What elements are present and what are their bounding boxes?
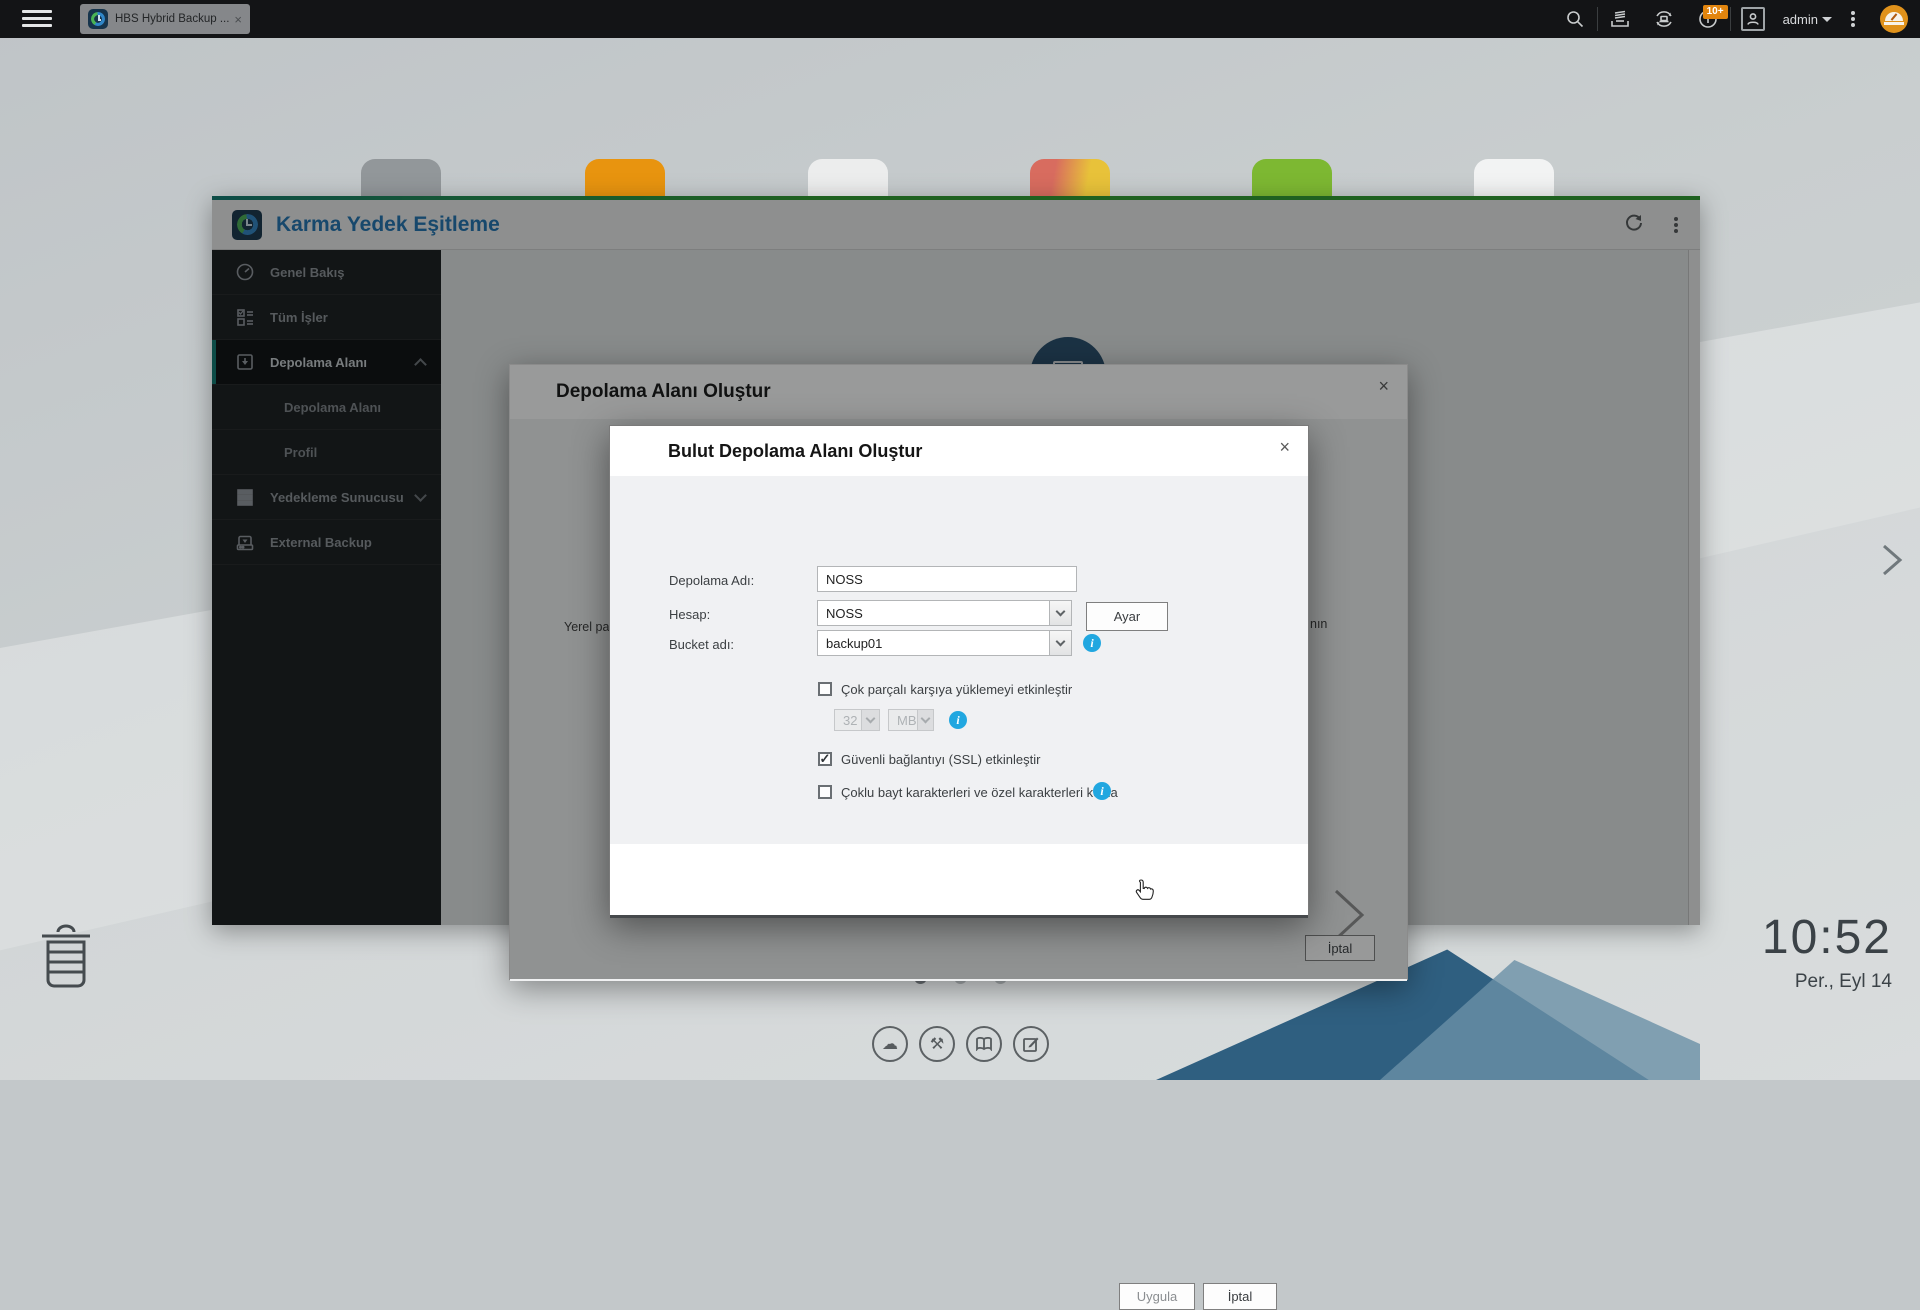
encode-label: Çoklu bayt karakterleri ve özel karakter… bbox=[841, 785, 1118, 800]
desktop-dock: ☁ ⚒ bbox=[872, 1026, 1049, 1062]
info-icon[interactable]: i bbox=[949, 711, 967, 729]
storage-name-label: Depolama Adı: bbox=[669, 573, 754, 588]
account-select[interactable]: NOSS bbox=[817, 600, 1072, 626]
dialog-create-cloud-storage: Bulut Depolama Alanı Oluştur × Depolama … bbox=[609, 425, 1309, 917]
encode-checkbox[interactable] bbox=[818, 785, 832, 799]
search-icon[interactable] bbox=[1553, 0, 1597, 38]
select-chevron-icon bbox=[1049, 601, 1071, 625]
cancel-button[interactable]: İptal bbox=[1203, 1283, 1277, 1310]
utilities-icon[interactable]: ⚒ bbox=[919, 1026, 955, 1062]
bucket-label: Bucket adı: bbox=[669, 637, 734, 652]
info-icon[interactable]: i bbox=[1093, 782, 1111, 800]
dialog-footer: Uygula İptal bbox=[610, 844, 1308, 915]
account-label: Hesap: bbox=[669, 607, 710, 622]
user-name-label[interactable]: admin bbox=[1783, 12, 1818, 27]
multipart-label: Çok parçalı karşıya yüklemeyi etkinleşti… bbox=[841, 682, 1072, 697]
feedback-icon[interactable] bbox=[1013, 1026, 1049, 1062]
more-options-icon[interactable] bbox=[1838, 0, 1868, 38]
recycle-bin-icon[interactable] bbox=[38, 924, 94, 995]
chevron-down-icon bbox=[1822, 17, 1832, 22]
select-chevron-icon bbox=[917, 710, 934, 730]
info-icon[interactable]: i bbox=[1083, 634, 1101, 652]
hbs-app-icon bbox=[88, 9, 108, 29]
ssl-label: Güvenli bağlantıyı (SSL) etkinleştir bbox=[841, 752, 1040, 767]
main-menu-icon[interactable] bbox=[22, 10, 52, 28]
user-avatar[interactable] bbox=[1731, 0, 1775, 38]
taskbar-tab-label: HBS Hybrid Backup ... bbox=[115, 13, 232, 25]
myqnapcloud-icon[interactable]: ☁ bbox=[872, 1026, 908, 1062]
part-size-select: 32 bbox=[834, 709, 880, 731]
clock-date: Per., Eyl 14 bbox=[1652, 971, 1892, 993]
bucket-select[interactable]: backup01 bbox=[817, 630, 1072, 656]
external-device-icon[interactable] bbox=[1642, 0, 1686, 38]
dialog-bottom-strip bbox=[610, 915, 1308, 918]
part-unit-select: MB bbox=[888, 709, 934, 731]
select-chevron-icon bbox=[861, 710, 879, 730]
notification-badge: 10+ bbox=[1703, 5, 1728, 19]
taskbar-tab-hbs[interactable]: HBS Hybrid Backup ... × bbox=[80, 4, 250, 34]
help-center-icon[interactable] bbox=[966, 1026, 1002, 1062]
taskbar: HBS Hybrid Backup ... × 10+ admin bbox=[0, 0, 1920, 38]
storage-name-input[interactable] bbox=[817, 566, 1077, 592]
dialog-title: Bulut Depolama Alanı Oluştur bbox=[668, 441, 922, 462]
ssl-checkbox[interactable]: ✓ bbox=[818, 752, 832, 766]
account-settings-button[interactable]: Ayar bbox=[1086, 602, 1168, 631]
background-tasks-icon[interactable] bbox=[1598, 0, 1642, 38]
multipart-checkbox[interactable] bbox=[818, 682, 832, 696]
resource-monitor-icon[interactable] bbox=[1868, 0, 1920, 38]
apply-button[interactable]: Uygula bbox=[1119, 1283, 1195, 1310]
close-icon[interactable]: × bbox=[1279, 438, 1290, 456]
select-chevron-icon bbox=[1049, 631, 1071, 655]
notifications-icon[interactable]: 10+ bbox=[1686, 0, 1730, 38]
desktop-next-page-icon[interactable] bbox=[1880, 543, 1904, 582]
tab-close-icon[interactable]: × bbox=[234, 12, 242, 27]
